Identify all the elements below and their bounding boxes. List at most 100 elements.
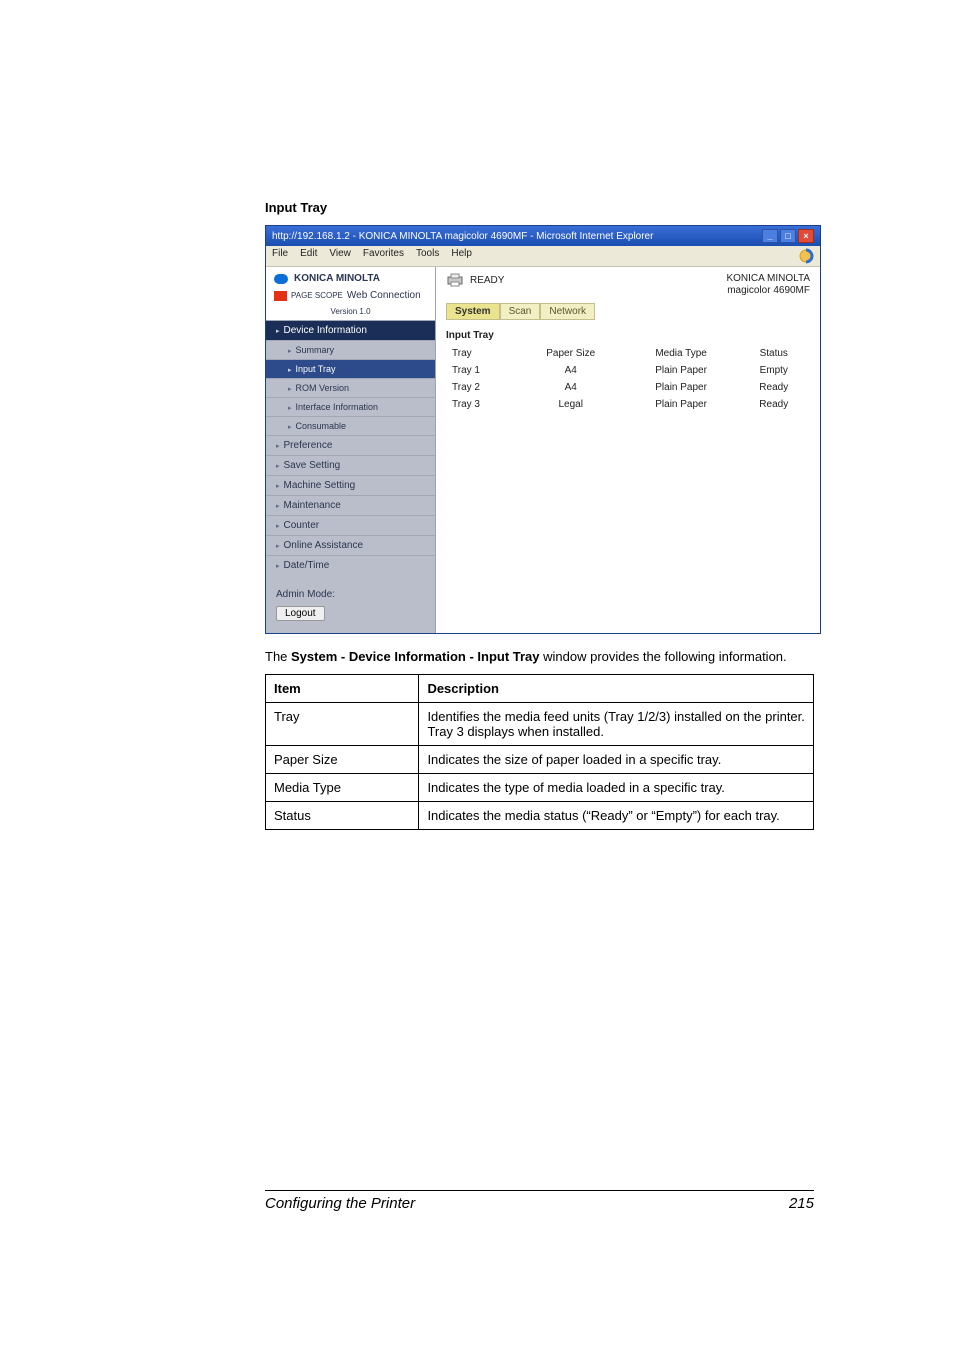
body-suffix: window provides the following informatio… (540, 649, 787, 664)
sidebar-item[interactable]: ▸ Preference (266, 435, 435, 455)
sidebar-item-label: ROM Version (296, 383, 350, 393)
cell: Ready (738, 379, 810, 396)
sidebar-item[interactable]: ▸ Device Information (266, 320, 435, 340)
sidebar-item-label: Summary (296, 345, 335, 355)
menu-item[interactable]: Edit (300, 248, 317, 264)
version-label: Version 1.0 (266, 307, 435, 320)
triangle-icon: ▸ (276, 483, 280, 490)
desc-item: Paper Size (266, 746, 419, 774)
sidebar-item-label: Save Setting (284, 460, 341, 471)
triangle-icon: ▸ (276, 563, 280, 570)
col-media-type: Media Type (625, 345, 738, 362)
menu-item[interactable]: Favorites (363, 248, 404, 264)
triangle-icon: ▸ (288, 386, 292, 393)
close-icon[interactable]: × (798, 229, 814, 243)
triangle-icon: ▸ (276, 543, 280, 550)
desc-text: Indicates the type of media loaded in a … (419, 774, 814, 802)
description-table: Item Description TrayIdentifies the medi… (265, 674, 814, 830)
tab-system[interactable]: System (446, 303, 500, 320)
ie-logo-icon (798, 248, 814, 264)
sidebar-item-label: Input Tray (296, 364, 336, 374)
sidebar-item[interactable]: ▸ Save Setting (266, 455, 435, 475)
triangle-icon: ▸ (276, 503, 280, 510)
sidebar-item[interactable]: ▸ Maintenance (266, 495, 435, 515)
tab-scan[interactable]: Scan (500, 303, 541, 320)
cell: Plain Paper (625, 362, 738, 379)
tab-network[interactable]: Network (540, 303, 595, 320)
cell: Plain Paper (625, 396, 738, 413)
sidebar-item[interactable]: ▸ Interface Information (266, 397, 435, 416)
maximize-icon[interactable]: □ (780, 229, 796, 243)
cell: Tray 2 (446, 379, 517, 396)
cell: A4 (517, 379, 625, 396)
sidebar-item-label: Interface Information (296, 402, 379, 412)
brand-row: KONICA MINOLTA (266, 267, 435, 290)
table-row: Tray 1A4Plain PaperEmpty (446, 362, 810, 379)
body-prefix: The (265, 649, 291, 664)
desc-text: Identifies the media feed units (Tray 1/… (419, 703, 814, 746)
triangle-icon: ▸ (276, 443, 280, 450)
ready-label: READY (470, 275, 504, 286)
sidebar-item-label: Online Assistance (284, 540, 364, 551)
triangle-icon: ▸ (288, 405, 292, 412)
desc-item: Tray (266, 703, 419, 746)
main-panel: READY KONICA MINOLTA magicolor 4690MF Sy… (436, 267, 820, 633)
sidebar: KONICA MINOLTA PAGE SCOPE Web Connection… (266, 267, 436, 633)
section-heading: Input Tray (265, 200, 814, 215)
table-row: Paper SizeIndicates the size of paper lo… (266, 746, 814, 774)
triangle-icon: ▸ (288, 367, 292, 374)
panel-title: Input Tray (446, 330, 810, 341)
desc-item: Status (266, 802, 419, 830)
cell: A4 (517, 362, 625, 379)
triangle-icon: ▸ (276, 463, 280, 470)
sidebar-item[interactable]: ▸Machine Setting (266, 475, 435, 495)
col-status: Status (738, 345, 810, 362)
footer-left: Configuring the Printer (265, 1195, 415, 1212)
sidebar-item[interactable]: ▸ Date/Time (266, 555, 435, 575)
cell: Empty (738, 362, 810, 379)
table-row: Media TypeIndicates the type of media lo… (266, 774, 814, 802)
tab-row: System Scan Network (446, 303, 810, 320)
triangle-icon: ▸ (276, 523, 280, 530)
page-footer: Configuring the Printer 215 (265, 1190, 814, 1212)
table-row: Tray 2A4Plain PaperReady (446, 379, 810, 396)
sidebar-item[interactable]: ▸Summary (266, 340, 435, 359)
triangle-icon: ▸ (276, 328, 280, 335)
table-row: Tray 3LegalPlain PaperReady (446, 396, 810, 413)
minimize-icon[interactable]: _ (762, 229, 778, 243)
pagescope-label: PAGE SCOPE (291, 291, 343, 300)
corp-line-1: KONICA MINOLTA (726, 273, 810, 285)
brand-row-2: PAGE SCOPE Web Connection (266, 290, 435, 307)
window-title: http://192.168.1.2 - KONICA MINOLTA magi… (272, 231, 653, 242)
sidebar-item-label: Maintenance (284, 500, 341, 511)
sidebar-item[interactable]: ▸ Online Assistance (266, 535, 435, 555)
table-row: TrayIdentifies the media feed units (Tra… (266, 703, 814, 746)
sidebar-item[interactable]: ▸ ROM Version (266, 378, 435, 397)
printer-icon (446, 273, 464, 287)
sidebar-item[interactable]: ▸ Input Tray (266, 359, 435, 378)
sidebar-item-label: Consumable (296, 421, 347, 431)
sidebar-item-label: Device Information (284, 325, 367, 336)
brand-oval-icon (274, 274, 288, 284)
desc-head-desc: Description (419, 675, 814, 703)
cell: Tray 3 (446, 396, 517, 413)
status-row: READY (446, 273, 504, 287)
desc-text: Indicates the size of paper loaded in a … (419, 746, 814, 774)
menu-item[interactable]: View (329, 248, 351, 264)
body-paragraph: The System - Device Information - Input … (265, 648, 814, 666)
desc-head-item: Item (266, 675, 419, 703)
sidebar-item-label: Preference (284, 440, 333, 451)
body-bold: System - Device Information - Input Tray (291, 649, 540, 664)
logout-button[interactable]: Logout (276, 606, 325, 621)
sidebar-item[interactable]: ▸Counter (266, 515, 435, 535)
sidebar-item-label: Date/Time (284, 560, 330, 571)
menu-item[interactable]: Tools (416, 248, 439, 264)
menu-item[interactable]: File (272, 248, 288, 264)
desc-item: Media Type (266, 774, 419, 802)
admin-mode-label: Admin Mode: (276, 589, 425, 600)
menu-item[interactable]: Help (451, 248, 472, 264)
col-tray: Tray (446, 345, 517, 362)
triangle-icon: ▸ (288, 424, 292, 431)
sidebar-item[interactable]: ▸ Consumable (266, 416, 435, 435)
footer-page-number: 215 (789, 1195, 814, 1212)
